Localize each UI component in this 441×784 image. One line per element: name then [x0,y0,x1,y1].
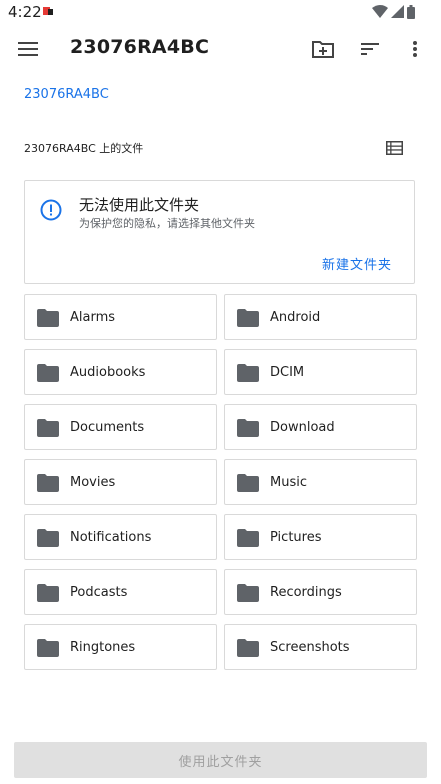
folder-name: DCIM [270,365,305,380]
folder-name: Documents [70,420,145,435]
folder-icon [37,309,59,327]
section-label: 23076RA4BC 上的文件 [24,142,144,155]
folder-icon [237,529,259,547]
battery-icon [407,5,415,19]
folder-name: Recordings [270,585,342,600]
use-this-folder-button[interactable]: 使用此文件夹 [14,742,427,778]
folder-unavailable-card: 无法使用此文件夹 为保护您的隐私，请选择其他文件夹 新建文件夹 [24,180,415,284]
info-alert-icon [40,199,62,221]
breadcrumb-root[interactable]: 23076RA4BC [24,87,109,102]
wifi-icon [372,5,388,18]
folder-item[interactable]: Notifications [24,514,217,560]
folder-icon [237,474,259,492]
sort-button[interactable] [355,34,385,64]
app-toolbar: 23076RA4BC [0,26,441,72]
folder-icon [237,639,259,657]
warning-subtitle: 为保护您的隐私，请选择其他文件夹 [79,217,255,230]
folder-name: Podcasts [70,585,128,600]
folder-name: Audiobooks [70,365,146,380]
folder-item[interactable]: Ringtones [24,624,217,670]
more-vert-icon [413,41,417,57]
folder-item[interactable]: Podcasts [24,569,217,615]
list-view-icon [385,141,403,155]
status-bar: 4:22 [0,0,441,26]
more-options-button[interactable] [400,34,430,64]
folder-item[interactable]: Alarms [24,294,217,340]
folder-name: Alarms [70,310,116,325]
folder-item[interactable]: Pictures [224,514,417,560]
status-icons [372,5,415,19]
menu-button[interactable] [13,34,43,64]
folder-icon [37,529,59,547]
folder-item[interactable]: Music [224,459,417,505]
folder-name: Music [270,475,307,490]
folder-name: Pictures [270,530,322,545]
folder-item[interactable]: DCIM [224,349,417,395]
signal-icon [391,5,404,18]
folder-name: Android [270,310,321,325]
folder-item[interactable]: Documents [24,404,217,450]
folder-icon [37,474,59,492]
page-title: 23076RA4BC [70,36,210,58]
warning-title: 无法使用此文件夹 [79,196,200,214]
folder-item[interactable]: Audiobooks [24,349,217,395]
folder-icon [237,584,259,602]
folder-icon [237,419,259,437]
folder-icon [37,584,59,602]
folder-name: Notifications [70,530,152,545]
create-folder-icon [312,41,334,58]
folder-icon [37,364,59,382]
status-time: 4:22 [8,3,42,21]
folder-item[interactable]: Recordings [224,569,417,615]
folder-icon [237,364,259,382]
folder-icon [37,419,59,437]
sort-icon [361,43,379,55]
folder-item[interactable]: Android [224,294,417,340]
folder-name: Ringtones [70,640,136,655]
folder-item[interactable]: Movies [24,459,217,505]
folder-icon [37,639,59,657]
folder-name: Download [270,420,335,435]
folder-item[interactable]: Download [224,404,417,450]
folder-name: Movies [70,475,116,490]
list-view-toggle-button[interactable] [381,135,407,161]
folder-item[interactable]: Screenshots [224,624,417,670]
folder-name: Screenshots [270,640,350,655]
app-notification-icon [43,7,53,15]
folder-icon [237,309,259,327]
new-folder-button[interactable] [308,34,338,64]
create-new-folder-link[interactable]: 新建文件夹 [322,254,392,273]
hamburger-menu-icon [18,42,38,56]
